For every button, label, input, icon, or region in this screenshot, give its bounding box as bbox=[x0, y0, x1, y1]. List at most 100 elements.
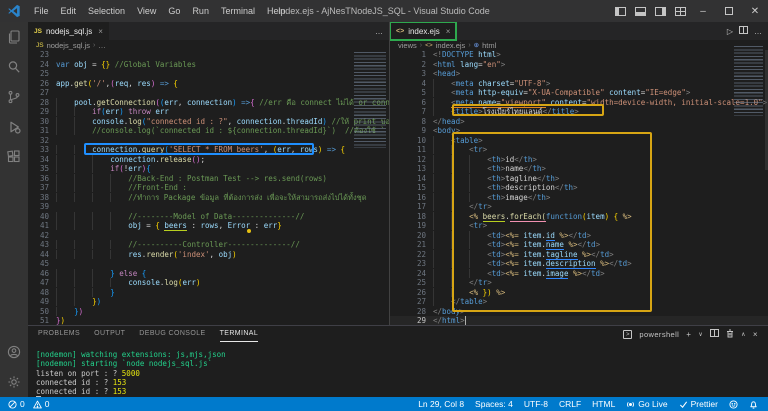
customize-layout-icon[interactable] bbox=[670, 0, 690, 22]
feedback-icon bbox=[729, 400, 738, 409]
settings-gear-icon[interactable] bbox=[0, 367, 28, 397]
menu-view[interactable]: View bbox=[131, 0, 162, 22]
layout-sidebar-left-icon[interactable] bbox=[610, 0, 630, 22]
indent-guide bbox=[74, 183, 92, 192]
indent-guide bbox=[56, 193, 74, 202]
code-line: 6 <meta name="viewport" content="width=d… bbox=[390, 98, 768, 108]
code-line: 35 if(!err){ bbox=[28, 164, 389, 174]
search-icon[interactable] bbox=[0, 52, 28, 82]
indent-guide bbox=[92, 278, 110, 287]
split-terminal-icon[interactable] bbox=[710, 329, 719, 339]
maximize-panel-icon[interactable]: ∧ bbox=[741, 331, 746, 338]
indent-guide bbox=[433, 269, 451, 278]
status-item-0[interactable]: 0 bbox=[33, 399, 50, 409]
tab-close-icon[interactable]: × bbox=[446, 27, 451, 36]
tab-label: index.ejs bbox=[408, 27, 440, 36]
menu-edit[interactable]: Edit bbox=[55, 0, 83, 22]
status-item-ln-29-col-8[interactable]: Ln 29, Col 8 bbox=[418, 399, 464, 409]
indent-guide bbox=[451, 240, 469, 249]
code-line: 39 bbox=[28, 202, 389, 212]
menu-help[interactable]: Help bbox=[261, 0, 292, 22]
layout-sidebar-right-icon[interactable] bbox=[650, 0, 670, 22]
close-icon[interactable]: ✕ bbox=[742, 0, 768, 22]
run-icon[interactable]: ▷ bbox=[727, 27, 733, 36]
status-item-spaces-4[interactable]: Spaces: 4 bbox=[475, 399, 513, 409]
new-terminal-icon[interactable]: + bbox=[686, 330, 691, 339]
indent-guide bbox=[56, 155, 74, 164]
status-item-bell[interactable] bbox=[749, 400, 758, 409]
status-item-html[interactable]: HTML bbox=[592, 399, 615, 409]
code-line: 28</body> bbox=[390, 307, 768, 317]
panel-tab-output[interactable]: OUTPUT bbox=[94, 326, 125, 342]
left-code-editor[interactable]: 2324var obj = {} //Global Variables2526a… bbox=[28, 50, 389, 325]
status-item-feedback[interactable] bbox=[729, 400, 738, 409]
terminal-output[interactable]: [nodemon] watching extensions: js,mjs,js… bbox=[36, 350, 764, 397]
menu-run[interactable]: Run bbox=[186, 0, 215, 22]
kill-terminal-icon[interactable] bbox=[726, 329, 734, 340]
panel-tab-problems[interactable]: PROBLEMS bbox=[38, 326, 80, 342]
line-number: 41 bbox=[28, 221, 56, 231]
status-item-0[interactable]: 0 bbox=[8, 399, 25, 409]
menu-file[interactable]: File bbox=[28, 0, 55, 22]
indent-guide bbox=[451, 164, 469, 173]
tab-index-ejs[interactable]: <> index.ejs × bbox=[390, 22, 456, 40]
menu-selection[interactable]: Selection bbox=[82, 0, 131, 22]
account-icon[interactable] bbox=[0, 337, 28, 367]
minimize-icon[interactable]: – bbox=[690, 0, 716, 22]
breadcrumb-item[interactable]: index.ejs bbox=[436, 41, 466, 50]
line-number: 24 bbox=[28, 60, 56, 70]
run-debug-icon[interactable] bbox=[0, 112, 28, 142]
indent-guide bbox=[92, 155, 110, 164]
left-breadcrumb[interactable]: JSnodejs_sql.js›… bbox=[28, 40, 389, 50]
shell-dropdown-icon[interactable]: ∨ bbox=[698, 331, 703, 338]
warning-icon bbox=[33, 400, 42, 409]
indent-guide bbox=[74, 145, 92, 154]
indent-guide bbox=[433, 174, 451, 183]
line-number: 47 bbox=[28, 278, 56, 288]
menu-go[interactable]: Go bbox=[162, 0, 186, 22]
breadcrumb-item[interactable]: html bbox=[482, 41, 496, 50]
line-number: 45 bbox=[28, 259, 56, 269]
status-item-crlf[interactable]: CRLF bbox=[559, 399, 581, 409]
right-code-editor[interactable]: 1<!DOCTYPE html>2<html lang="en">3<head>… bbox=[390, 50, 768, 325]
right-breadcrumb[interactable]: views›<>index.ejs›⊕html bbox=[390, 40, 768, 50]
source-control-icon[interactable] bbox=[0, 82, 28, 112]
indent-guide bbox=[451, 193, 469, 202]
indent-guide bbox=[56, 297, 74, 306]
breadcrumb-item[interactable]: views bbox=[398, 41, 417, 50]
status-item-go-live[interactable]: Go Live bbox=[626, 399, 667, 409]
close-panel-icon[interactable]: × bbox=[753, 330, 758, 339]
line-number: 13 bbox=[390, 164, 433, 174]
breadcrumb-item[interactable]: nodejs_sql.js bbox=[47, 41, 90, 50]
indent-guide bbox=[433, 240, 451, 249]
explorer-icon[interactable] bbox=[0, 22, 28, 52]
maximize-icon[interactable] bbox=[716, 0, 742, 22]
status-item-prettier[interactable]: Prettier bbox=[679, 399, 718, 409]
indent-guide bbox=[74, 117, 92, 126]
panel-tab-terminal[interactable]: TERMINAL bbox=[220, 326, 259, 342]
line-number: 8 bbox=[390, 117, 433, 127]
shell-label[interactable]: powershell bbox=[639, 330, 679, 339]
indent-guide bbox=[74, 164, 92, 173]
tab-nodejs-sql-js[interactable]: JS nodejs_sql.js × bbox=[28, 22, 109, 40]
panel-tab-debug-console[interactable]: DEBUG CONSOLE bbox=[139, 326, 205, 342]
line-number: 7 bbox=[390, 107, 433, 117]
indent-guide bbox=[92, 212, 110, 221]
more-actions-icon[interactable]: … bbox=[375, 27, 383, 36]
menu-terminal[interactable]: Terminal bbox=[215, 0, 261, 22]
code-line: 41 obj = { beers : rows, Error : err} bbox=[28, 221, 389, 231]
layout-panel-icon[interactable] bbox=[630, 0, 650, 22]
tab-label: nodejs_sql.js bbox=[46, 27, 92, 36]
more-actions-icon[interactable]: … bbox=[754, 27, 762, 36]
indent-guide bbox=[451, 231, 469, 240]
breadcrumb-item[interactable]: … bbox=[98, 41, 106, 50]
left-editor-group: JS nodejs_sql.js × … JSnodejs_sql.js›… 2… bbox=[28, 22, 390, 325]
panel: PROBLEMSOUTPUTDEBUG CONSOLETERMINAL > po… bbox=[28, 325, 768, 397]
indent-guide bbox=[469, 231, 487, 240]
activity-bar bbox=[0, 22, 28, 397]
line-number: 27 bbox=[390, 297, 433, 307]
tab-close-icon[interactable]: × bbox=[98, 27, 103, 36]
split-editor-icon[interactable] bbox=[739, 26, 748, 36]
status-item-utf-8[interactable]: UTF-8 bbox=[524, 399, 548, 409]
extensions-icon[interactable] bbox=[0, 142, 28, 172]
